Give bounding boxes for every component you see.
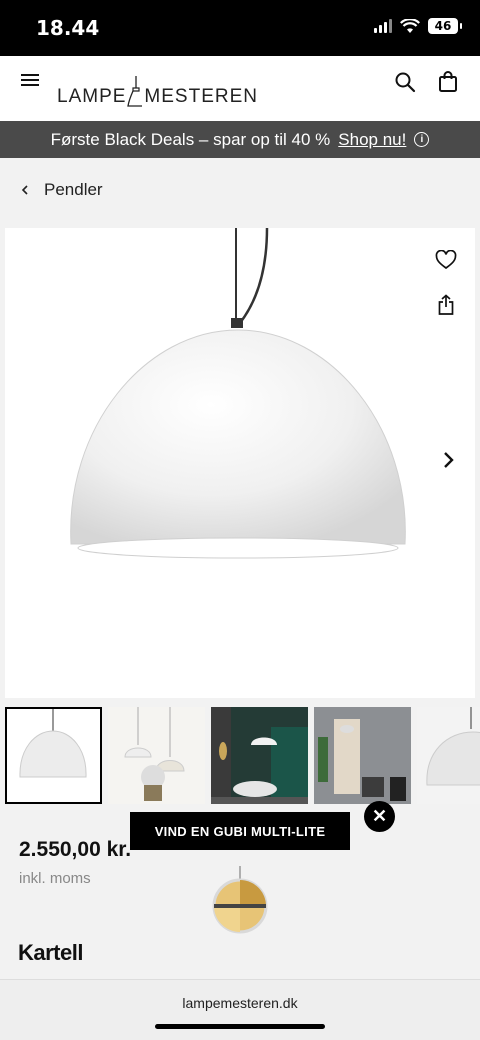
close-icon[interactable]: ✕	[364, 801, 395, 832]
wifi-icon	[400, 18, 420, 33]
status-bar: 18.44 46	[0, 0, 480, 56]
thumbnail-image	[108, 707, 205, 804]
thumbnail-1[interactable]	[5, 707, 102, 804]
thumbnail-5[interactable]	[417, 707, 480, 804]
info-icon[interactable]: i	[414, 132, 430, 147]
site-logo[interactable]: LAMPE MESTEREN	[57, 76, 258, 108]
brand-name[interactable]: Kartell	[18, 940, 83, 966]
logo-lamp-icon	[127, 76, 143, 107]
home-indicator	[155, 1024, 325, 1029]
promo-text: Første Black Deals – spar op til 40 %	[50, 129, 331, 149]
thumbnail-strip	[5, 707, 480, 805]
logo-text-right: MESTEREN	[144, 86, 258, 107]
cart-icon[interactable]	[438, 71, 458, 93]
thumbnail-image	[211, 707, 308, 804]
status-icons: 46	[374, 18, 462, 34]
thumbnail-image	[314, 707, 411, 804]
thumbnail-image	[19, 709, 87, 778]
chevron-right-icon[interactable]	[441, 450, 455, 470]
thumbnail-2[interactable]	[108, 707, 205, 804]
url-text: lampemesteren.dk	[182, 995, 298, 1011]
product-price: 2.550,00 kr.	[19, 838, 132, 861]
breadcrumb[interactable]: Pendler	[20, 180, 103, 200]
product-image-gallery[interactable]	[5, 228, 475, 698]
breadcrumb-label: Pendler	[44, 180, 103, 199]
heart-icon[interactable]	[435, 250, 457, 270]
thumbnail-3[interactable]	[211, 707, 308, 804]
menu-icon[interactable]	[21, 71, 41, 91]
battery-icon: 46	[428, 18, 462, 34]
share-icon[interactable]	[437, 294, 455, 316]
browser-address-bar[interactable]: lampemesteren.dk	[0, 979, 480, 1040]
shop-now-link[interactable]: Shop nu!	[338, 130, 406, 150]
status-time: 18.44	[36, 16, 100, 40]
chevron-left-icon	[21, 185, 28, 195]
site-header: LAMPE MESTEREN	[0, 56, 480, 121]
signal-icon	[374, 19, 392, 33]
product-image	[70, 228, 406, 559]
header-actions	[394, 71, 458, 93]
promo-bar: Første Black Deals – spar op til 40 % Sh…	[0, 121, 480, 158]
gubi-promo-banner[interactable]: VIND EN GUBI MULTI-LITE	[130, 812, 350, 850]
thumbnail-image	[417, 707, 480, 804]
vat-note: inkl. moms	[19, 870, 91, 887]
thumbnail-4[interactable]	[314, 707, 411, 804]
gubi-lamp-image[interactable]	[208, 866, 272, 938]
search-icon[interactable]	[394, 71, 416, 93]
logo-text-left: LAMPE	[57, 86, 127, 107]
